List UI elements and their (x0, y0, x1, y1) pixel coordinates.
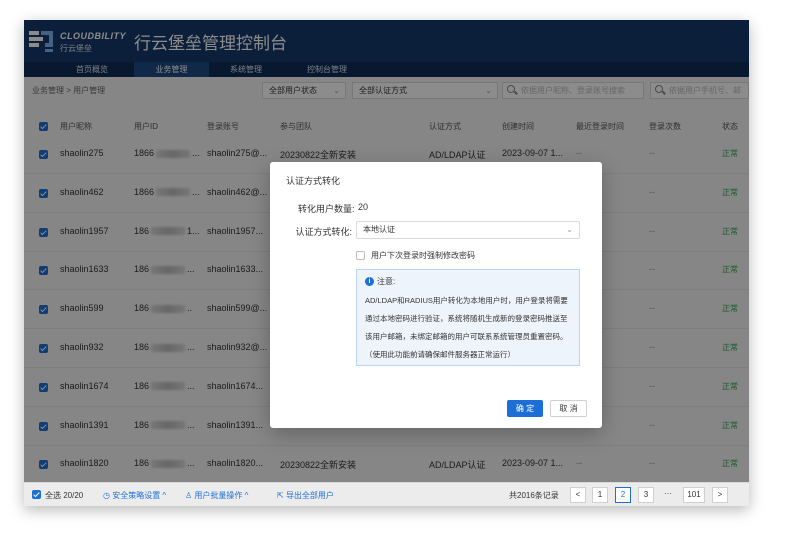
user-icon: ♙ (185, 491, 195, 500)
force-password-change-label: 用户下次登录时强制修改密码 (371, 251, 475, 260)
notice-line-3: 该用户邮箱，未绑定邮箱的用户可联系系统管理员重置密码。 (365, 332, 568, 341)
security-policy-label: 安全策略设置 ^ (112, 491, 167, 500)
export-users-label: 导出全部用户 (285, 491, 334, 500)
dialog-title: 认证方式转化 (286, 176, 341, 186)
auth-method-select[interactable]: 本地认证 ⌄ (356, 221, 580, 239)
notice-line-2: 通过本地密码进行验证，系统将随机生成新的登录密码推送至 (365, 314, 568, 323)
batch-operation-button[interactable]: ♙ 用户批量操作 ^ (185, 490, 248, 501)
notice-line-4: （使用此功能前请确保邮件服务器正常运行） (365, 350, 515, 359)
export-users-button[interactable]: ⇱ 导出全部用户 (277, 490, 334, 501)
page-button-3[interactable]: 3 (638, 487, 654, 503)
footer-bar: 全选 20/20 ◷ 安全策略设置 ^ ♙ 用户批量操作 ^ ⇱ 导出全部用户 … (24, 482, 749, 506)
page-ellipsis: ··· (664, 489, 672, 498)
next-page-button[interactable]: > (712, 487, 728, 503)
user-count-label: 转化用户数量: (298, 204, 355, 214)
auth-method-label: 认证方式转化: (295, 227, 352, 237)
notice-box: i 注意: AD/LDAP和RADIUS用户转化为本地用户时，用户登录将需要 通… (356, 269, 580, 366)
auth-method-value: 本地认证 (363, 225, 395, 234)
page-button-1[interactable]: 1 (592, 487, 608, 503)
select-all-label: 全选 20/20 (45, 491, 84, 500)
select-all-checkbox[interactable] (32, 490, 41, 499)
total-records: 共2016条记录 (509, 491, 559, 500)
clock-icon: ◷ (103, 491, 113, 500)
chevron-down-icon: ⌄ (566, 225, 573, 234)
cancel-button[interactable]: 取 消 (550, 400, 587, 417)
info-icon: i (365, 277, 374, 286)
export-icon: ⇱ (277, 491, 286, 500)
security-policy-button[interactable]: ◷ 安全策略设置 ^ (103, 490, 166, 501)
notice-line-1: AD/LDAP和RADIUS用户转化为本地用户时，用户登录将需要 (365, 296, 568, 305)
prev-page-button[interactable]: < (570, 487, 586, 503)
user-count-value: 20 (358, 202, 369, 212)
page-button-101[interactable]: 101 (683, 487, 705, 503)
page-button-2[interactable]: 2 (615, 487, 631, 503)
batch-operation-label: 用户批量操作 ^ (194, 491, 249, 500)
force-password-change-checkbox[interactable] (356, 251, 365, 260)
notice-title: 注意: (377, 277, 396, 286)
auth-conversion-dialog: 认证方式转化 转化用户数量: 20 认证方式转化: 本地认证 ⌄ 用户下次登录时… (270, 162, 602, 428)
confirm-button[interactable]: 确 定 (507, 400, 543, 417)
